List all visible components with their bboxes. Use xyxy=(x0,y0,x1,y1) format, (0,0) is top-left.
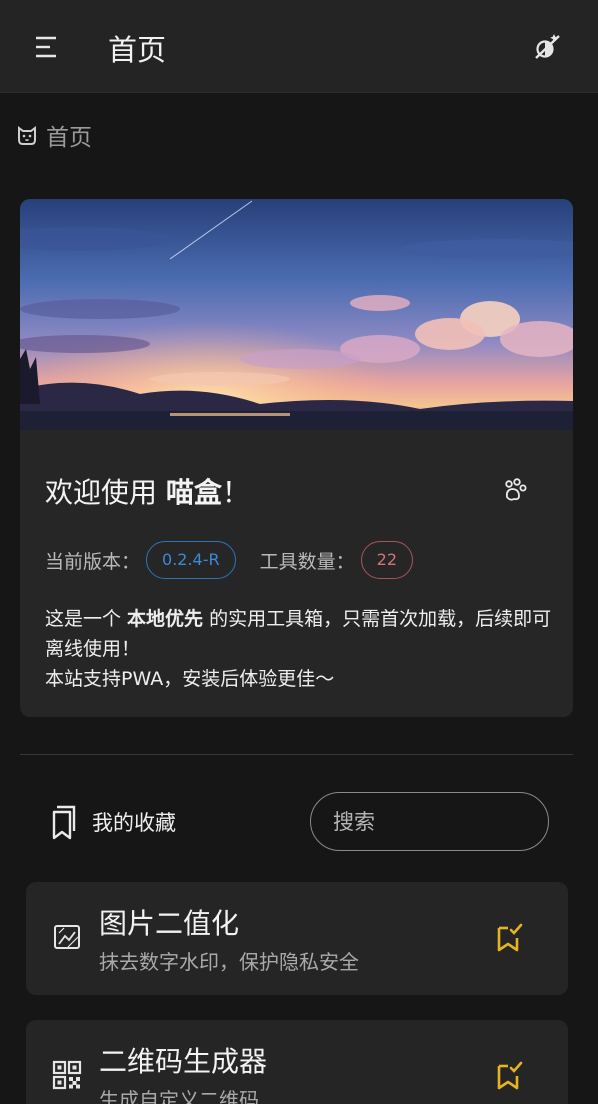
welcome-card: 欢迎使用 喵盒！ 当前版本： 0.2.4-R 工具数量： 22 这是一个 本地优… xyxy=(20,199,573,717)
welcome-heading: 欢迎使用 喵盒！ xyxy=(45,471,250,511)
version-badge: 0.2.4-R xyxy=(146,541,236,579)
bookmark-icon xyxy=(52,805,76,840)
bookmark-check-icon[interactable] xyxy=(494,1060,524,1092)
bookmark-check-icon[interactable] xyxy=(494,922,524,954)
description: 这是一个 本地优先 的实用工具箱，只需首次加载，后续即可离线使用！ 本站支持PW… xyxy=(45,604,555,694)
qrcode-icon xyxy=(52,1060,82,1090)
search-input[interactable] xyxy=(310,792,549,851)
paw-icon[interactable] xyxy=(500,476,528,504)
tool-count-label: 工具数量： xyxy=(259,550,355,573)
tool-desc: 生成自定义二维码 xyxy=(99,1088,259,1104)
tool-name: 图片二值化 xyxy=(99,907,240,940)
tool-card-binarize[interactable]: 图片二值化 抹去数字水印，保护隐私安全 xyxy=(26,882,568,995)
breadcrumb: 首页 xyxy=(16,120,92,151)
tool-card-qrcode[interactable]: 二维码生成器 生成自定义二维码 xyxy=(26,1020,568,1104)
favorites-header: 我的收藏 xyxy=(48,804,176,840)
cat-icon xyxy=(18,126,36,145)
banner-image xyxy=(20,199,573,430)
breadcrumb-label: 首页 xyxy=(46,125,92,151)
page-title: 首页 xyxy=(108,33,167,67)
tool-name: 二维码生成器 xyxy=(99,1045,268,1078)
meta-row: 当前版本： 0.2.4-R 工具数量： 22 xyxy=(45,541,413,579)
menu-icon[interactable] xyxy=(30,30,64,64)
tool-count-badge: 22 xyxy=(360,541,413,579)
section-divider xyxy=(20,754,573,755)
tool-desc: 抹去数字水印，保护隐私安全 xyxy=(99,950,359,974)
theme-toggle-icon[interactable] xyxy=(530,30,564,64)
image-icon xyxy=(54,925,80,949)
top-bar: 首页 xyxy=(0,0,598,93)
welcome-prefix: 欢迎使用 xyxy=(45,476,166,509)
favorites-title: 我的收藏 xyxy=(92,811,176,835)
desc-bold: 本地优先 xyxy=(127,608,204,630)
app-name: 喵盒 xyxy=(165,476,222,509)
welcome-suffix: ！ xyxy=(221,476,250,509)
desc-prefix: 这是一个 xyxy=(45,608,128,630)
version-label: 当前版本： xyxy=(45,550,141,573)
desc-line2: 本站支持PWA，安装后体验更佳～ xyxy=(45,668,335,690)
